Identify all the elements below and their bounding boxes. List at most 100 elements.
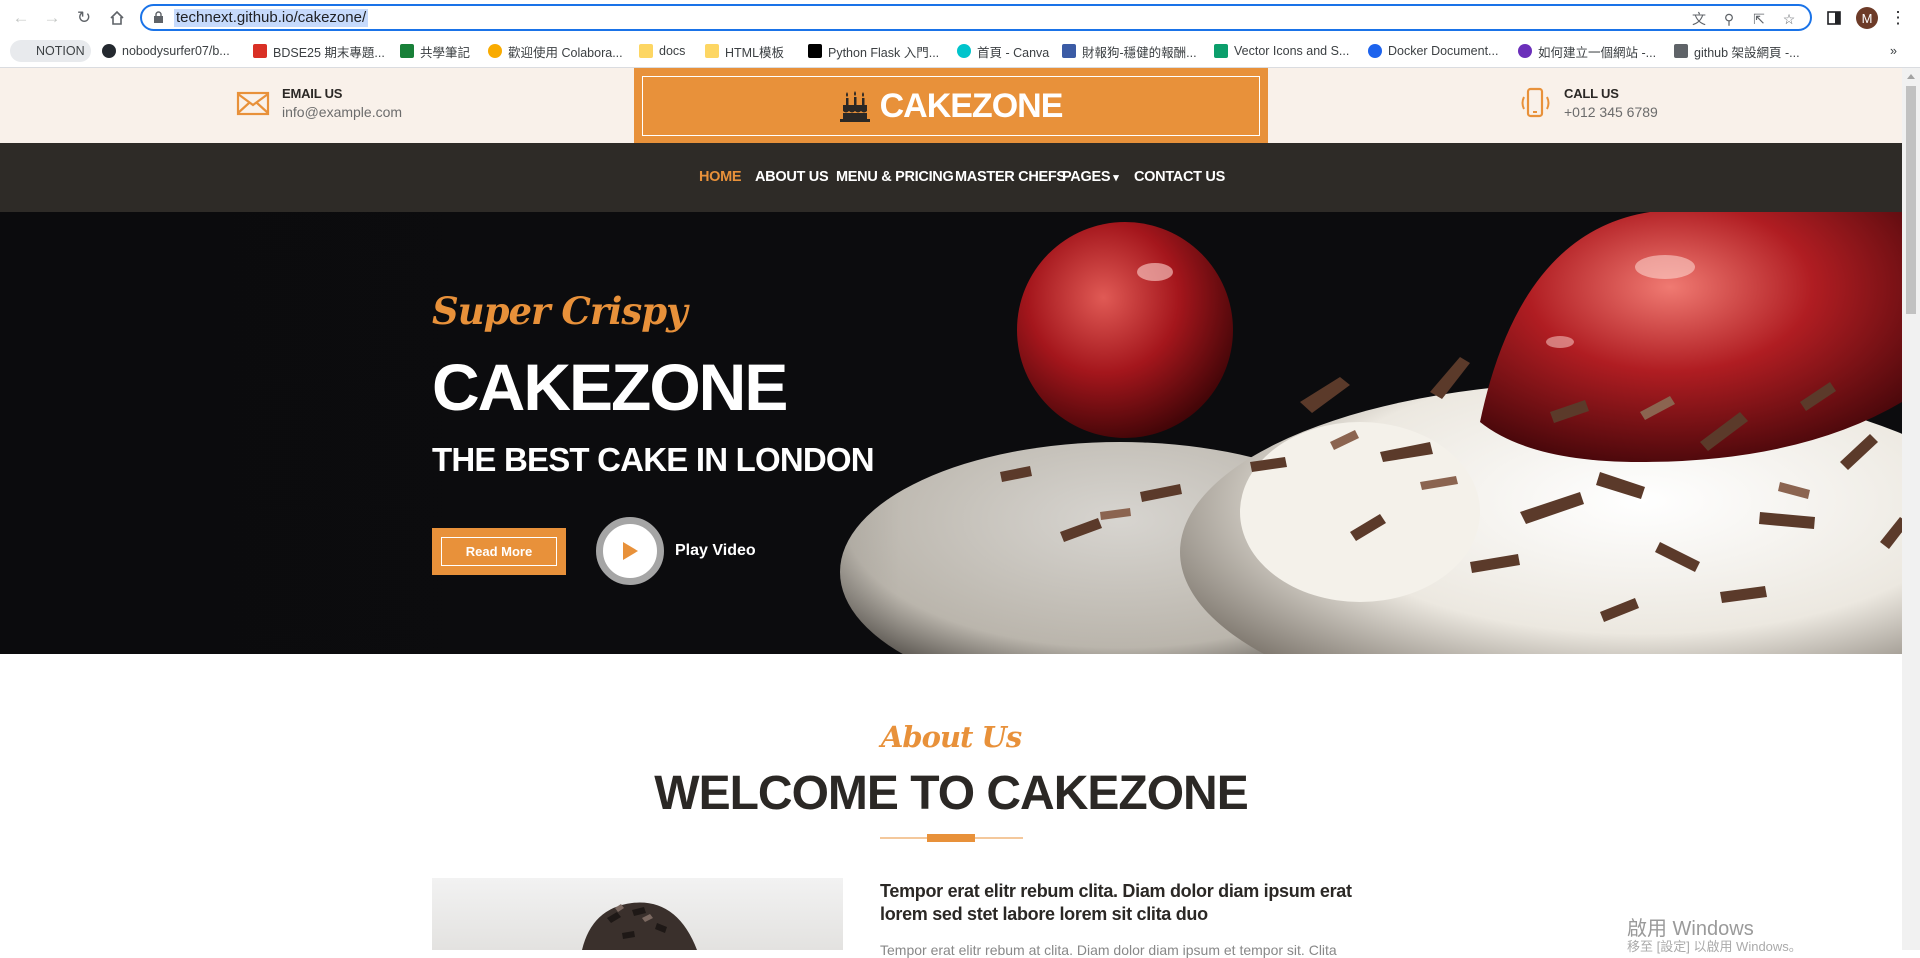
main-nav: HOME ABOUT US MENU & PRICING MASTER CHEFS PA… bbox=[0, 143, 1902, 212]
hero-subtitle: Super Crispy bbox=[432, 289, 688, 333]
nav-item-label: MASTER CHEFS bbox=[955, 169, 1066, 185]
share-icon[interactable]: ⇱ bbox=[1750, 10, 1768, 28]
bookmark-label: 首頁 - Canva bbox=[977, 45, 1050, 60]
zoom-icon[interactable]: ⚲ bbox=[1720, 10, 1738, 28]
bookmarks-overflow-icon[interactable]: » bbox=[1890, 40, 1897, 62]
side-panel-icon[interactable] bbox=[1822, 6, 1846, 30]
nav-item-master-chefs[interactable]: MASTER CHEFS bbox=[955, 169, 1066, 185]
read-more-button[interactable]: Read More bbox=[432, 528, 566, 575]
reload-icon[interactable]: ↻ bbox=[72, 6, 96, 30]
hundred-icon bbox=[253, 44, 267, 58]
about-body-text: Tempor erat elitr rebum at clita. Diam d… bbox=[880, 942, 1337, 958]
s-icon bbox=[1518, 44, 1532, 58]
nav-item-label: HOME bbox=[699, 169, 742, 185]
hero-title: CAKEZONE bbox=[432, 350, 788, 424]
email-info: EMAIL US info@example.com bbox=[236, 86, 402, 120]
bookmark-label: nobodysurfer07/b... bbox=[122, 44, 230, 58]
nav-item-label: ABOUT US bbox=[755, 169, 829, 185]
bookmark-label: 如何建立一個網站 -... bbox=[1538, 45, 1657, 60]
bookmark-label: 歡迎使用 Colabora... bbox=[508, 45, 623, 60]
bookmark-label: BDSE25 期末專題... bbox=[273, 45, 385, 60]
scrollbar-thumb[interactable] bbox=[1906, 86, 1916, 314]
call-value[interactable]: +012 345 6789 bbox=[1564, 104, 1658, 120]
notion-icon bbox=[16, 44, 30, 58]
page-scrollbar[interactable] bbox=[1902, 68, 1920, 950]
nav-item-label: CONTACT US bbox=[1134, 169, 1225, 185]
bookmark-item[interactable]: Python Flask 入門... bbox=[808, 40, 939, 62]
hero-banner: Super Crispy CAKEZONE THE BEST CAKE IN L… bbox=[0, 212, 1902, 654]
doc-icon bbox=[1674, 44, 1688, 58]
home-icon[interactable] bbox=[105, 6, 129, 30]
dev-icon bbox=[808, 44, 822, 58]
bookmark-item[interactable]: nobodysurfer07/b... bbox=[102, 40, 230, 62]
play-video-button[interactable] bbox=[596, 517, 664, 585]
bookmark-label: Python Flask 入門... bbox=[828, 45, 940, 60]
bookmark-item[interactable]: 財報狗-穩健的報酬... bbox=[1062, 40, 1197, 62]
url-text[interactable]: technext.github.io/cakezone/ bbox=[174, 9, 369, 27]
about-cake-image bbox=[432, 878, 843, 950]
forward-icon[interactable]: → bbox=[40, 6, 64, 30]
bookmarks-bar: NOTION nobodysurfer07/b... BDSE25 期末專題... 共… bbox=[0, 38, 1920, 65]
nav-item-pages[interactable]: PAGES ▾ bbox=[1062, 169, 1119, 185]
bookmark-item[interactable]: Docker Document... bbox=[1368, 40, 1498, 62]
bookmark-label: HTML模板 bbox=[725, 45, 785, 60]
bookmark-item[interactable]: BDSE25 期末專題... bbox=[253, 40, 385, 62]
call-info: CALL US +012 345 6789 bbox=[1518, 86, 1658, 120]
bookmark-item[interactable]: HTML模板 bbox=[705, 40, 784, 62]
logo-text[interactable]: CAKEZONE bbox=[880, 87, 1064, 126]
about-lead-text: Tempor erat elitr rebum clita. Diam dolo… bbox=[880, 881, 1352, 924]
menu-kebab-icon[interactable]: ⋮ bbox=[1886, 6, 1910, 30]
about-title: WELCOME TO CAKEZONE bbox=[654, 767, 1248, 820]
folder-icon bbox=[639, 44, 653, 58]
lock-icon[interactable] bbox=[153, 11, 164, 24]
translate-icon[interactable]: 文 bbox=[1690, 10, 1708, 28]
call-label: CALL US bbox=[1564, 86, 1619, 101]
section-divider bbox=[880, 834, 1023, 842]
bookmark-item[interactable]: NOTION bbox=[10, 40, 91, 62]
docker-icon bbox=[1368, 44, 1382, 58]
back-icon[interactable]: ← bbox=[9, 6, 33, 30]
email-value[interactable]: info@example.com bbox=[282, 104, 402, 120]
about-subtitle: About Us bbox=[880, 720, 1022, 754]
nav-item-menu-pricing[interactable]: MENU & PRICING bbox=[836, 169, 954, 185]
bookmark-item[interactable]: 首頁 - Canva bbox=[957, 40, 1049, 62]
bookmark-item[interactable]: Vector Icons and S... bbox=[1214, 40, 1349, 62]
colab-icon bbox=[488, 44, 502, 58]
email-label: EMAIL US bbox=[282, 86, 343, 101]
dog-icon bbox=[1062, 44, 1076, 58]
bookmark-label: 共學筆記 bbox=[420, 45, 471, 60]
bookmark-label: NOTION bbox=[36, 44, 85, 58]
bookmark-item[interactable]: github 架設網頁 -... bbox=[1674, 40, 1800, 62]
nav-item-home[interactable]: HOME bbox=[699, 169, 742, 185]
bookmark-item[interactable]: 歡迎使用 Colabora... bbox=[488, 40, 623, 62]
read-more-label: Read More bbox=[441, 537, 557, 566]
cake-hero-image bbox=[0, 212, 1902, 654]
bookmark-label: Docker Document... bbox=[1388, 44, 1499, 58]
nav-item-label: PAGES bbox=[1062, 169, 1111, 185]
nav-item-contact-us[interactable]: CONTACT US bbox=[1134, 169, 1225, 185]
bookmark-label: Vector Icons and S... bbox=[1234, 44, 1350, 58]
play-icon bbox=[623, 542, 638, 560]
canva-icon bbox=[957, 44, 971, 58]
nav-item-label: MENU & PRICING bbox=[836, 169, 954, 185]
vector-icon bbox=[1214, 44, 1228, 58]
nav-item-about-us[interactable]: ABOUT US bbox=[755, 169, 829, 185]
site-logo[interactable]: CAKEZONE bbox=[634, 68, 1268, 143]
github-icon bbox=[102, 44, 116, 58]
bookmark-star-icon[interactable]: ☆ bbox=[1780, 10, 1798, 28]
chevron-down-icon: ▾ bbox=[1113, 172, 1119, 184]
bookmark-item[interactable]: 共學筆記 bbox=[400, 40, 470, 62]
bookmark-item[interactable]: docs bbox=[639, 40, 685, 62]
windows-activation-subtitle: 移至 [設定] 以啟用 Windows。 bbox=[1627, 939, 1802, 954]
folder-icon bbox=[705, 44, 719, 58]
sheets-icon bbox=[400, 44, 414, 58]
phone-icon bbox=[1521, 87, 1550, 118]
play-video-label[interactable]: Play Video bbox=[675, 542, 756, 560]
address-bar[interactable]: technext.github.io/cakezone/ 文 ⚲ ⇱ ☆ bbox=[140, 4, 1812, 31]
bookmark-label: 財報狗-穩健的報酬... bbox=[1082, 45, 1197, 60]
bookmark-label: docs bbox=[659, 44, 686, 58]
profile-avatar[interactable]: M bbox=[1856, 7, 1878, 29]
bookmark-item[interactable]: 如何建立一個網站 -... bbox=[1518, 40, 1656, 62]
bookmark-label: github 架設網頁 -... bbox=[1694, 45, 1800, 60]
envelope-icon bbox=[236, 91, 270, 116]
